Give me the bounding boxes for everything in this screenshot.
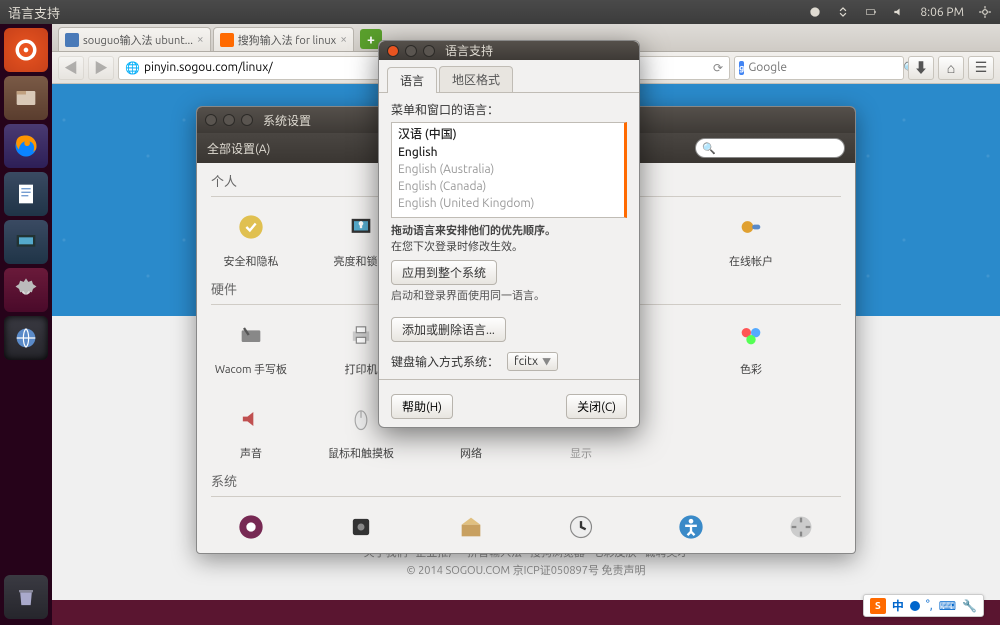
battery-icon[interactable] — [864, 5, 878, 19]
tab-region[interactable]: 地区格式 — [439, 66, 513, 92]
close-tab-icon[interactable]: × — [340, 33, 347, 46]
close-button[interactable]: 关闭(C) — [566, 394, 627, 419]
ime-settings-icon[interactable]: 🔧 — [962, 599, 977, 613]
maximize-window-icon[interactable] — [241, 114, 253, 126]
lang-tabs: 语言 地区格式 — [379, 60, 639, 93]
trash-icon[interactable] — [4, 575, 48, 619]
help-button[interactable]: 帮助(H) — [391, 394, 453, 419]
im-label: 键盘输入方式系统： — [391, 353, 499, 370]
unity-launcher — [0, 24, 52, 625]
close-tab-icon[interactable]: × — [197, 33, 204, 46]
search-icon: 🔍 — [702, 142, 716, 155]
apply-system-button[interactable]: 应用到整个系统 — [391, 260, 497, 285]
language-list[interactable]: 汉语 (中国) English English (Australia) Engl… — [391, 122, 627, 218]
ime-keyboard-icon[interactable]: ⌨ — [939, 599, 956, 613]
favicon-icon — [220, 33, 234, 47]
add-remove-lang-button[interactable]: 添加或删除语言... — [391, 317, 506, 342]
top-menubar: 语言支持 8:06 PM — [0, 0, 1000, 24]
close-window-icon[interactable] — [205, 114, 217, 126]
language-support-launcher-icon[interactable] — [4, 316, 48, 360]
search-input[interactable] — [748, 61, 903, 74]
settings-search[interactable]: 🔍 — [695, 138, 845, 158]
home-button[interactable]: ⌂ — [938, 56, 964, 80]
firefox-icon[interactable] — [4, 124, 48, 168]
im-value: fcitx — [514, 355, 538, 368]
im-select[interactable]: fcitx ▼ — [507, 352, 558, 371]
section-system-label: 系统 — [211, 471, 841, 490]
chevron-down-icon: ▼ — [542, 355, 551, 368]
item-landscape[interactable]: Landscape 服务 — [211, 505, 291, 553]
minimize-window-icon[interactable] — [405, 45, 417, 57]
tux-icon[interactable] — [808, 5, 822, 19]
item-software[interactable]: 软件和更新 — [431, 505, 511, 553]
browser-tab-1[interactable]: 搜狗输入法 for linux × — [213, 27, 354, 51]
item-color[interactable]: 色彩 — [711, 313, 791, 377]
sogou-icon: S — [870, 598, 886, 614]
item-online-accounts[interactable]: 在线帐户 — [711, 205, 791, 269]
favicon-icon — [65, 33, 79, 47]
item-details[interactable]: 详细信息 — [761, 505, 841, 553]
downloads-button[interactable]: ⬇ — [908, 56, 934, 80]
tab-label: souguo输入法 ubunt... — [83, 32, 193, 48]
lang-title: 语言支持 — [445, 42, 493, 59]
ime-mode[interactable]: 中 — [892, 597, 904, 614]
item-accessibility[interactable]: 通用辅助功能 — [651, 505, 731, 553]
ime-punct-icon[interactable]: °, — [926, 599, 933, 612]
tab-label: 搜狗输入法 for linux — [238, 32, 337, 48]
screenshot-icon[interactable] — [4, 220, 48, 264]
item-wacom[interactable]: Wacom 手写板 — [211, 313, 291, 377]
back-button[interactable]: ◀ — [58, 56, 84, 80]
menubar-title: 语言支持 — [8, 3, 60, 22]
minimize-window-icon[interactable] — [223, 114, 235, 126]
session-icon[interactable] — [978, 5, 992, 19]
network-icon[interactable] — [836, 5, 850, 19]
drag-note: 在您下次登录时修改生效。 — [391, 241, 523, 253]
language-support-dialog: 语言支持 语言 地区格式 菜单和窗口的语言： 汉语 (中国) English E… — [378, 40, 640, 428]
globe-icon: 🌐 — [125, 61, 140, 75]
settings-launcher-icon[interactable] — [4, 268, 48, 312]
settings-title: 系统设置 — [263, 112, 311, 129]
browser-tab-0[interactable]: souguo输入法 ubunt... × — [58, 27, 211, 51]
volume-icon[interactable] — [892, 5, 906, 19]
drag-note-bold: 拖动语言来安排他们的优先顺序。 — [391, 225, 556, 237]
item-backup[interactable]: 备份 — [321, 505, 401, 553]
close-window-icon[interactable] — [387, 45, 399, 57]
ime-indicator[interactable]: S 中 °, ⌨ 🔧 — [863, 594, 984, 617]
item-security[interactable]: 安全和隐私 — [211, 205, 291, 269]
lang-item[interactable]: English (Canada) — [392, 178, 624, 195]
tab-language[interactable]: 语言 — [387, 67, 437, 93]
menulang-label: 菜单和窗口的语言： — [391, 101, 627, 118]
lang-titlebar[interactable]: 语言支持 — [379, 41, 639, 60]
maximize-window-icon[interactable] — [423, 45, 435, 57]
ime-dot-icon[interactable] — [910, 601, 920, 611]
item-sound[interactable]: 声音 — [211, 397, 291, 461]
lang-item[interactable]: English (Australia) — [392, 161, 624, 178]
search-bar[interactable]: g 🔍 — [734, 56, 904, 80]
item-datetime[interactable]: 时间和日期 — [541, 505, 621, 553]
google-icon: g — [739, 61, 744, 75]
forward-button[interactable]: ▶ — [88, 56, 114, 80]
apply-desc: 启动和登录界面使用同一语言。 — [391, 287, 627, 303]
files-icon[interactable] — [4, 76, 48, 120]
clock[interactable]: 8:06 PM — [920, 6, 964, 19]
bookmarks-button[interactable]: ☰ — [968, 56, 994, 80]
footer-copyright: © 2014 SOGOU.COM 京ICP证050897号 免责声明 — [52, 562, 1000, 578]
dash-icon[interactable] — [4, 28, 48, 72]
document-icon[interactable] — [4, 172, 48, 216]
all-settings-button[interactable]: 全部设置(A) — [207, 140, 270, 157]
reload-icon[interactable]: ⟳ — [713, 61, 723, 75]
lang-item[interactable]: English — [392, 144, 624, 161]
lang-item[interactable]: 汉语 (中国) — [392, 123, 624, 144]
lang-item[interactable]: English (United Kingdom) — [392, 195, 624, 212]
